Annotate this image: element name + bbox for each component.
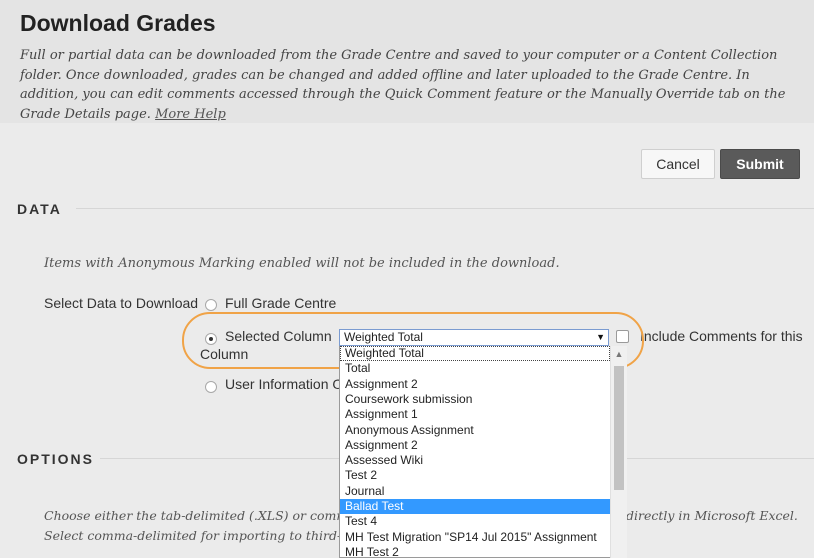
select-data-label: Select Data to Download <box>44 295 199 311</box>
data-section-divider <box>76 208 814 209</box>
dropdown-option[interactable]: Test 4 <box>340 514 610 529</box>
page-title: Download Grades <box>20 10 216 36</box>
dropdown-option[interactable]: Coursework submission <box>340 392 610 407</box>
user-information-label: User Information On <box>225 376 352 392</box>
column-select[interactable]: Weighted Total ▼ <box>339 329 609 346</box>
column-select-value: Weighted Total <box>344 330 423 344</box>
dropdown-option[interactable]: Journal <box>340 484 610 499</box>
scroll-up-icon[interactable]: ▲ <box>611 346 627 362</box>
include-comments-label: Include Comments for this <box>640 328 803 344</box>
cancel-button[interactable]: Cancel <box>641 149 715 179</box>
dropdown-scrollbar[interactable]: ▲ <box>610 346 627 558</box>
user-information-radio[interactable] <box>205 381 217 393</box>
column-dropdown-list[interactable]: Weighted Total Total Assignment 2 Course… <box>339 346 627 558</box>
page-header: Download Grades Full or partial data can… <box>0 0 814 123</box>
selected-column-radio[interactable] <box>205 333 217 345</box>
options-text-line-1-end: directly in Microsoft Excel. <box>626 508 798 523</box>
dropdown-option[interactable]: MH Test 2 <box>340 545 610 557</box>
options-text-line-2: Select comma-delimited for importing to … <box>44 528 357 543</box>
include-comments-checkbox[interactable] <box>616 330 629 343</box>
dropdown-option[interactable]: MH Test Migration "SP14 Jul 2015" Assign… <box>340 530 610 545</box>
instructions-text: Full or partial data can be downloaded f… <box>20 48 786 122</box>
selected-column-label-wrap: Column <box>200 346 249 362</box>
options-section-title: OPTIONS <box>17 451 95 467</box>
dropdown-option[interactable]: Assignment 2 <box>340 377 610 392</box>
data-section-title: DATA <box>17 201 62 217</box>
dropdown-option-highlighted[interactable]: Ballad Test <box>340 499 610 515</box>
dropdown-option[interactable]: Assignment 1 <box>340 407 610 422</box>
full-grade-centre-label: Full Grade Centre <box>225 295 337 311</box>
dropdown-arrow-icon[interactable]: ▼ <box>596 330 605 345</box>
dropdown-option[interactable]: Assessed Wiki <box>340 453 610 468</box>
page-instructions: Full or partial data can be downloaded f… <box>20 46 810 124</box>
selected-column-label: Selected Column <box>225 328 332 344</box>
dropdown-option[interactable]: Test 2 <box>340 468 610 483</box>
anonymous-marking-note: Items with Anonymous Marking enabled wil… <box>44 256 560 271</box>
scrollbar-thumb[interactable] <box>614 366 624 490</box>
dropdown-option[interactable]: Weighted Total <box>340 346 610 362</box>
submit-button[interactable]: Submit <box>720 149 800 179</box>
dropdown-option[interactable]: Anonymous Assignment <box>340 423 610 438</box>
more-help-link[interactable]: More Help <box>155 107 226 122</box>
dropdown-option[interactable]: Total <box>340 361 610 376</box>
options-text-line-1: Choose either the tab-delimited (.XLS) o… <box>44 508 356 523</box>
dropdown-option[interactable]: Assignment 2 <box>340 438 610 453</box>
full-grade-centre-radio[interactable] <box>205 299 217 311</box>
